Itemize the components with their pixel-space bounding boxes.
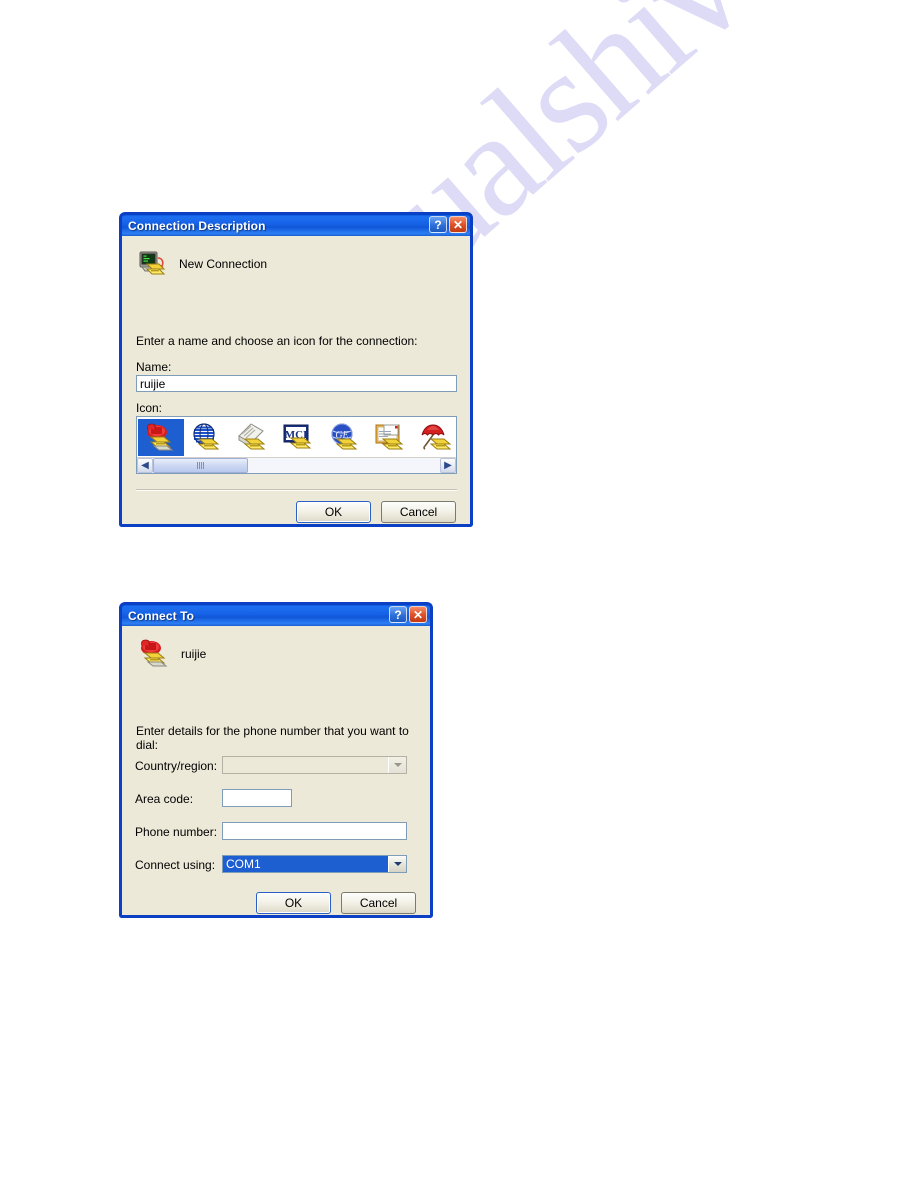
phone-number-input[interactable] [222, 822, 407, 840]
dialog-titlebar[interactable]: Connect To ? ✕ [119, 602, 433, 626]
close-button[interactable]: ✕ [449, 216, 467, 233]
blue-globe-script-icon: GE [327, 422, 363, 454]
country-region-select[interactable] [222, 756, 407, 774]
connect-using-label: Connect using: [135, 858, 216, 872]
scroll-right-button[interactable]: ▶ [440, 458, 456, 473]
dialog-header: ruijie [137, 638, 206, 670]
ok-button[interactable]: OK [256, 892, 331, 914]
icon-option-globe-stripes[interactable] [184, 419, 230, 456]
icon-strip[interactable]: MCI GE [137, 417, 456, 457]
name-field-label: Name: [136, 360, 172, 374]
ok-button[interactable]: OK [296, 501, 371, 523]
icon-option-documents[interactable] [368, 419, 414, 456]
connect-to-dialog: ruijie Enter details for the phone numbe… [119, 626, 433, 918]
cancel-button[interactable]: Cancel [381, 501, 456, 523]
icon-picker[interactable]: MCI GE ◀ ▶ [136, 416, 457, 474]
icon-option-blue-globe[interactable]: GE [322, 419, 368, 456]
red-telephone-icon [137, 638, 173, 670]
dialog-header: New Connection [137, 249, 267, 279]
dialog-button-row: OK Cancel [256, 892, 416, 914]
red-telephone-icon [143, 422, 179, 454]
area-code-label: Area code: [135, 792, 194, 806]
connection-description-dialog: New Connection Enter a name and choose a… [119, 236, 473, 527]
fax-newspaper-icon [235, 422, 271, 454]
close-button[interactable]: ✕ [409, 606, 427, 623]
globe-stripes-icon [189, 422, 225, 454]
icon-picker-scrollbar[interactable]: ◀ ▶ [137, 457, 456, 473]
icon-option-mci[interactable]: MCI [276, 419, 322, 456]
connect-using-select[interactable]: COM1 [222, 855, 407, 873]
area-code-input[interactable] [222, 789, 292, 807]
connect-using-value: COM1 [223, 856, 388, 872]
scrollbar-track[interactable] [153, 458, 440, 473]
scroll-left-button[interactable]: ◀ [137, 458, 153, 473]
chevron-down-icon[interactable] [388, 856, 406, 872]
scrollbar-grip-icon [196, 462, 204, 469]
icon-option-red-telephone[interactable] [138, 419, 184, 456]
cancel-button[interactable]: Cancel [341, 892, 416, 914]
help-button[interactable]: ? [429, 216, 447, 233]
mci-logo-icon: MCI [281, 422, 317, 454]
help-button[interactable]: ? [389, 606, 407, 623]
new-connection-icon [137, 249, 171, 279]
phone-number-label: Phone number: [135, 825, 218, 839]
chevron-down-icon[interactable] [388, 757, 406, 773]
dialog-prompt: Enter details for the phone number that … [136, 724, 409, 752]
country-region-value [223, 757, 388, 773]
dialog-title: Connection Description [128, 218, 266, 233]
button-separator [136, 489, 457, 491]
name-input[interactable]: ruijie [136, 375, 457, 392]
icon-option-fax-newspaper[interactable] [230, 419, 276, 456]
country-region-label: Country/region: [135, 759, 218, 773]
documents-stack-icon [373, 422, 409, 454]
icon-option-red-umbrella[interactable] [414, 419, 456, 456]
dialog-titlebar[interactable]: Connection Description ? ✕ [119, 212, 473, 236]
dialog-prompt: Enter a name and choose an icon for the … [136, 334, 418, 348]
scrollbar-thumb[interactable] [153, 458, 248, 473]
red-umbrella-icon [419, 422, 455, 454]
dialog-header-label: New Connection [179, 257, 268, 271]
dialog-button-row: OK Cancel [296, 501, 456, 523]
icon-picker-label: Icon: [136, 401, 163, 415]
dialog-header-label: ruijie [181, 647, 207, 661]
dialog-title: Connect To [128, 608, 195, 623]
